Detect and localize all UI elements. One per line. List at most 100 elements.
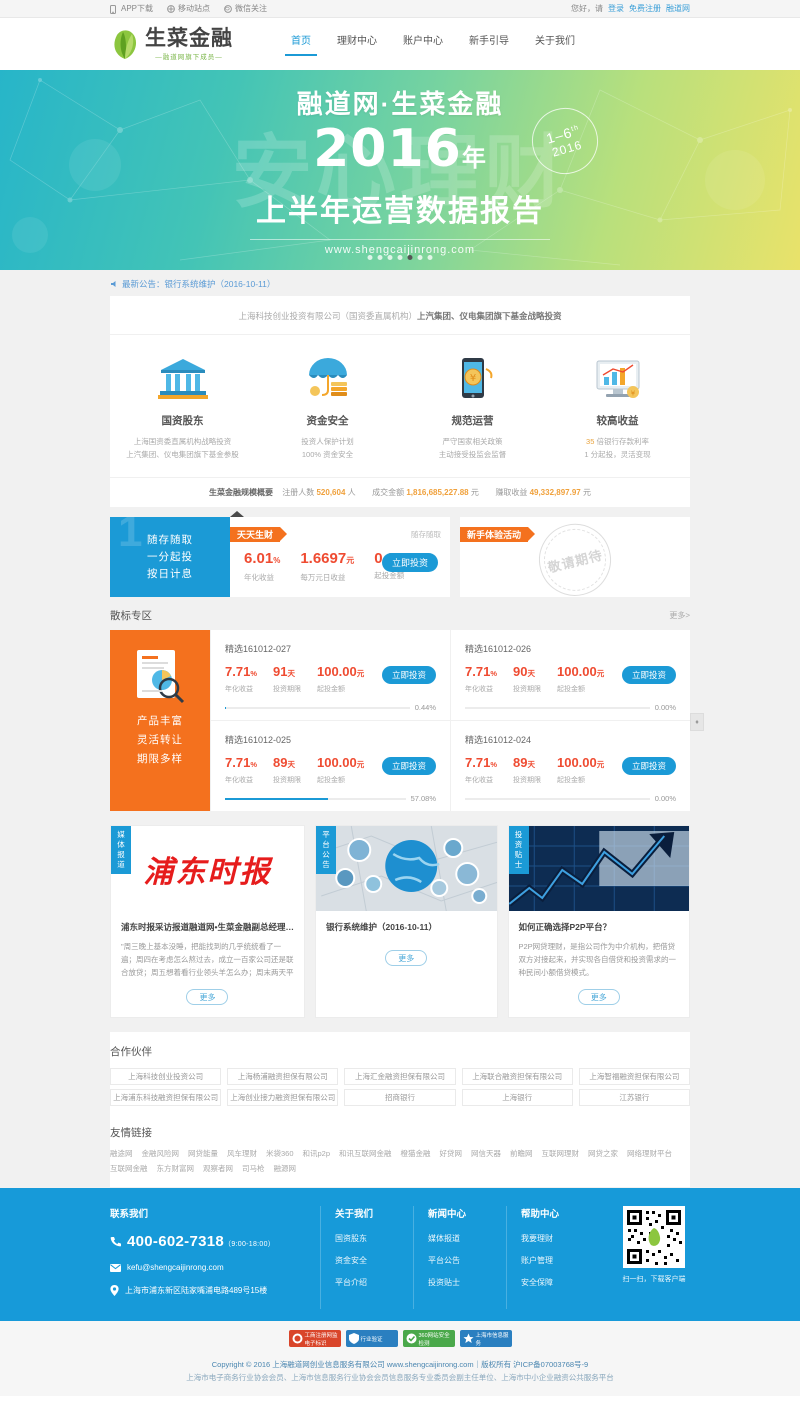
loan-rate-label: 年化收益 (225, 686, 253, 693)
friendly-link[interactable]: 网贷之家 (588, 1148, 618, 1159)
nav-item-wealth-center[interactable]: 理财中心 (337, 32, 377, 56)
footer-link[interactable]: 资金安全 (335, 1255, 413, 1266)
loan-invest-button[interactable]: 立即投资 (622, 757, 676, 775)
partner-item[interactable]: 招商银行 (344, 1089, 456, 1106)
friendly-link[interactable]: 融源网 (274, 1163, 297, 1174)
footer-link[interactable]: 账户管理 (521, 1255, 599, 1266)
feature-list: 国资股东 上海国资委直属机构战略投资 上汽集团、仪电集团旗下基金参股 资金安全 … (110, 335, 690, 477)
news-more-button[interactable]: 更多 (385, 950, 428, 966)
register-link[interactable]: 免费注册 (629, 3, 661, 14)
friendly-link[interactable]: 融途网 (110, 1148, 133, 1159)
footer-link[interactable]: 媒体报道 (428, 1233, 506, 1244)
friendly-link[interactable]: 互联网理财 (542, 1148, 580, 1159)
news-card-tips[interactable]: 投资贴士 如何正确选择P2P平台？ P2P网贷理财，是指公司作为中介机构，把借贷… (507, 825, 691, 1018)
footer-link[interactable]: 平台介绍 (335, 1277, 413, 1288)
loan-more-link[interactable]: 更多> (669, 610, 690, 621)
friendly-link[interactable]: 和讯p2p (303, 1148, 331, 1159)
partner-item[interactable]: 上海银行 (461, 1089, 573, 1106)
cert-badge[interactable]: 360网站安全检测 (402, 1330, 455, 1347)
loan-rate-label: 年化收益 (465, 686, 493, 693)
partner-item[interactable]: 江苏银行 (578, 1089, 690, 1106)
partner-item[interactable]: 上海杨浦融资担保有限公司 (227, 1068, 339, 1085)
news-more-button[interactable]: 更多 (186, 989, 229, 1005)
news-card-media[interactable]: 媒体报道 浦东时报 浦东时报采访报道融道网•生菜金融副总经理… "周三晚上基本没… (110, 825, 305, 1018)
partner-item[interactable]: 上海汇金融资担保有限公司 (344, 1068, 456, 1085)
partner-item[interactable]: 上海联合融资担保有限公司 (461, 1068, 573, 1085)
mobile-site-link[interactable]: 移动站点 (167, 3, 210, 14)
footer-link[interactable]: 我要理财 (521, 1233, 599, 1244)
carousel-dot[interactable] (377, 255, 383, 260)
side-float-tab[interactable]: ♦ (690, 713, 704, 732)
carousel-dot[interactable] (367, 255, 373, 260)
loan-card[interactable]: 精选161012-025 7.71% 年化收益 89天 投资期限 100.00元 (210, 721, 450, 811)
loan-progress-bar (465, 706, 650, 709)
nav-item-home[interactable]: 首页 (285, 32, 317, 56)
feature-line-1: 上海国资委直属机构战略投资 (133, 437, 232, 446)
announcement-bar[interactable]: 最新公告：银行系统维护（2016-10-11） (110, 270, 690, 296)
footer-link[interactable]: 国资股东 (335, 1233, 413, 1244)
lettuce-leaf-icon (110, 28, 140, 60)
footer-phone-row: 400-602-7318（9:00-18:00） (110, 1233, 320, 1250)
top-left-links: APP下载 移动站点 微信关注 (110, 3, 267, 14)
carousel-dot-active[interactable] (407, 255, 413, 260)
partner-item[interactable]: 上海科技创业投资公司 (110, 1068, 222, 1085)
feature-fund-safety: 资金安全 投资人保护计划 100% 资金安全 (255, 351, 400, 461)
friendly-link[interactable]: 东方财富网 (157, 1163, 195, 1174)
footer-contact-title: 联系我们 (110, 1209, 149, 1220)
footer-link[interactable]: 平台公告 (428, 1255, 506, 1266)
carousel-dot[interactable] (387, 255, 393, 260)
cert-badge[interactable]: 工商注册网监电子标识 (288, 1330, 341, 1347)
loan-invest-button[interactable]: 立即投资 (622, 666, 676, 684)
friendly-link[interactable]: 和讯互联网金融 (339, 1148, 392, 1159)
carousel-dot[interactable] (427, 255, 433, 260)
app-download-link[interactable]: APP下载 (110, 3, 153, 14)
nav-item-beginner-guide[interactable]: 新手引导 (469, 32, 509, 56)
login-link[interactable]: 登录 (608, 3, 624, 14)
newbie-promo-card[interactable]: 新手体验活动 敬请期待 (460, 516, 690, 604)
portal-link[interactable]: 融道网 (666, 3, 690, 14)
loan-term: 91天 投资期限 (273, 664, 301, 694)
cert-badge[interactable]: 行业验证 (345, 1330, 398, 1347)
cert-badge[interactable]: 上海市信息服务 (459, 1330, 512, 1347)
loan-term-label: 投资期限 (272, 777, 301, 784)
hero-banner[interactable]: 安心理财 融道网·生菜金融 2016年 上半年运营数据报告 www.shengc… (0, 70, 800, 270)
news-more-button[interactable]: 更多 (577, 989, 620, 1005)
loan-min-amount: 100.00元 起投金额 (317, 755, 364, 785)
carousel-dot[interactable] (397, 255, 403, 260)
copyright-block: Copyright © 2016 上海融道网创业信息服务有限公司 www.she… (0, 1356, 800, 1396)
friendly-link[interactable]: 橙猫金融 (401, 1148, 431, 1159)
partner-item[interactable]: 上海智福融资担保有限公司 (578, 1068, 690, 1085)
deposit-stat-rate: 6.01% 年化收益 (244, 550, 280, 583)
friendly-link[interactable]: 风车理财 (227, 1148, 257, 1159)
loan-invest-button[interactable]: 立即投资 (382, 757, 436, 775)
friendly-link[interactable]: 好贷网 (440, 1148, 463, 1159)
friendly-link[interactable]: 前瞻网 (510, 1148, 533, 1159)
friendly-link[interactable]: 网贷能量 (188, 1148, 218, 1159)
feature-title: 国资股东 (161, 415, 204, 427)
footer-email[interactable]: kefu@shengcaijinrong.com (127, 1263, 224, 1272)
loan-card[interactable]: 精选161012-026 7.71% 年化收益 90天 投资期限 100.00元 (450, 630, 690, 721)
carousel-dot[interactable] (417, 255, 423, 260)
deposit-product-card[interactable]: 天天生财 随存随取 6.01% 年化收益 1.6697元 每万元日收益 0.01… (230, 511, 450, 597)
cert-label: 行业验证 (360, 1336, 383, 1343)
friendly-link[interactable]: 网信天器 (471, 1148, 501, 1159)
footer-link[interactable]: 投资贴士 (428, 1277, 506, 1288)
friendly-link[interactable]: 米袋360 (266, 1148, 294, 1159)
partner-item[interactable]: 上海创业接力融资担保有限公司 (227, 1089, 339, 1106)
friendly-link[interactable]: 司马枪 (242, 1163, 265, 1174)
nav-item-about-us[interactable]: 关于我们 (535, 32, 575, 56)
loan-invest-button[interactable]: 立即投资 (382, 666, 436, 684)
wechat-follow-link[interactable]: 微信关注 (224, 3, 267, 14)
friendly-link[interactable]: 金融风险网 (142, 1148, 180, 1159)
news-card-announcement[interactable]: 平台公告 银行系统维护（2016-10-11） 更多 (314, 825, 498, 1018)
loan-card[interactable]: 精选161012-027 7.71% 年化收益 91天 投资期限 100.00元 (210, 630, 450, 721)
loan-card[interactable]: 精选161012-024 7.71% 年化收益 89天 投资期限 100.00元 (450, 721, 690, 811)
nav-item-account-center[interactable]: 账户中心 (403, 32, 443, 56)
footer-link[interactable]: 安全保障 (521, 1277, 599, 1288)
deposit-invest-button[interactable]: 立即投资 (382, 553, 438, 572)
friendly-link[interactable]: 网络理财平台 (627, 1148, 672, 1159)
site-logo[interactable]: 生菜金融 —融道网旗下成员— (110, 27, 233, 61)
friendly-link[interactable]: 互联网金融 (110, 1163, 148, 1174)
partner-item[interactable]: 上海浦东科技融资担保有限公司 (110, 1089, 222, 1106)
friendly-link[interactable]: 观察者网 (203, 1163, 233, 1174)
